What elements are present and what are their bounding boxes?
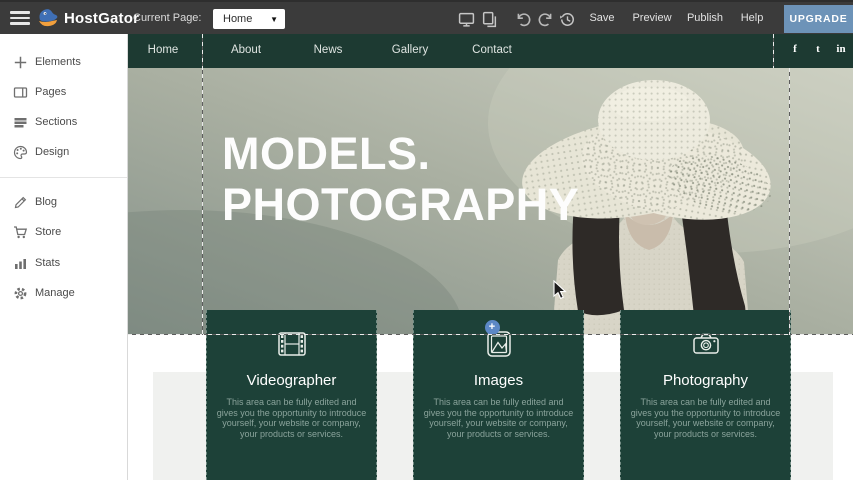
sidebar-item-label: Store [35, 226, 61, 238]
upgrade-button[interactable]: UPGRADE [784, 5, 853, 33]
desktop-view-icon[interactable] [458, 11, 475, 28]
facebook-icon[interactable]: f [793, 43, 797, 55]
history-icon[interactable] [559, 11, 576, 28]
chevron-down-icon: ▼ [270, 15, 278, 24]
card-images[interactable]: + Images This area can be fully edited a… [413, 310, 584, 480]
card-body: This area can be fully edited and gives … [423, 397, 575, 439]
stats-icon [13, 256, 28, 271]
sidebar-item-label: Elements [35, 56, 81, 68]
pages-icon [13, 85, 28, 100]
undo-icon[interactable] [515, 11, 532, 28]
manage-icon [13, 286, 28, 301]
card-body: This area can be fully edited and gives … [216, 397, 368, 439]
sidebar-item-elements[interactable]: Elements [0, 52, 127, 72]
card-body: This area can be fully edited and gives … [630, 397, 782, 439]
store-icon [13, 225, 28, 240]
sidebar-item-label: Sections [35, 116, 77, 128]
linkedin-icon[interactable]: in [836, 43, 845, 55]
publish-button[interactable]: Publish [687, 12, 723, 24]
site-nav-about[interactable]: About [231, 44, 261, 56]
site-preview: Home About News Gallery Contact f t in [128, 34, 853, 480]
twitter-icon[interactable]: t [816, 43, 820, 55]
site-nav-contact[interactable]: Contact [472, 44, 512, 56]
film-icon [275, 327, 309, 361]
site-navbar: Home About News Gallery Contact f t in [128, 34, 853, 68]
card-videographer[interactable]: Videographer This area can be fully edit… [206, 310, 377, 480]
blog-icon [13, 195, 28, 210]
card-title: Images [414, 372, 583, 389]
sidebar-item-stats[interactable]: Stats [0, 253, 127, 273]
hero-title[interactable]: MODELS. PHOTOGRAPHY [222, 128, 579, 230]
save-button[interactable]: Save [589, 12, 614, 24]
preview-button[interactable]: Preview [632, 12, 671, 24]
navbar-right-dashed-line [773, 34, 774, 68]
sidebar-item-label: Pages [35, 86, 66, 98]
add-image-badge[interactable]: + [485, 320, 500, 335]
hamburger-icon[interactable] [10, 11, 30, 27]
editor-topbar: HostGator Current Page: Home ▼ Save Prev… [0, 0, 853, 34]
hostgator-logo: HostGator [36, 7, 139, 29]
sidebar-item-store[interactable]: Store [0, 222, 127, 242]
content-left-dashed-line [202, 34, 203, 335]
mouse-cursor [553, 280, 567, 300]
site-nav-home[interactable]: Home [148, 44, 179, 56]
sidebar-item-label: Blog [35, 196, 57, 208]
sidebar-item-label: Stats [35, 257, 60, 269]
page-select-value: Home [223, 13, 252, 25]
sidebar-item-blog[interactable]: Blog [0, 192, 127, 212]
card-title: Videographer [207, 372, 376, 389]
content-right-dashed-line [789, 68, 790, 335]
card-title: Photography [621, 372, 790, 389]
sidebar-item-manage[interactable]: Manage [0, 283, 127, 303]
section-boundary-dashed-line [128, 334, 853, 335]
current-page-label: Current Page: [133, 12, 201, 24]
site-nav-news[interactable]: News [314, 44, 343, 56]
sidebar-item-pages[interactable]: Pages [0, 82, 127, 102]
gator-icon [36, 7, 60, 29]
help-button[interactable]: Help [741, 12, 764, 24]
card-photography[interactable]: Photography This area can be fully edite… [620, 310, 791, 480]
sidebar-item-label: Design [35, 146, 69, 158]
sidebar-item-sections[interactable]: Sections [0, 112, 127, 132]
site-nav-gallery[interactable]: Gallery [392, 44, 428, 56]
design-icon [13, 145, 28, 160]
sidebar-item-design[interactable]: Design [0, 142, 127, 162]
pages-copy-icon[interactable] [481, 11, 498, 28]
sidebar-divider [0, 177, 127, 178]
sections-icon [13, 115, 28, 130]
hero-title-line2: PHOTOGRAPHY [222, 179, 579, 230]
brand-name: HostGator [64, 10, 139, 27]
hero-section[interactable]: MODELS. PHOTOGRAPHY [128, 68, 853, 335]
page-select[interactable]: Home ▼ [213, 9, 285, 29]
sidebar-item-label: Manage [35, 287, 75, 299]
hero-title-line1: MODELS. [222, 128, 579, 179]
editor-sidebar: Elements Pages Sections Design Blog [0, 34, 128, 480]
redo-icon[interactable] [537, 11, 554, 28]
plus-icon [13, 55, 28, 70]
camera-icon [689, 327, 723, 361]
